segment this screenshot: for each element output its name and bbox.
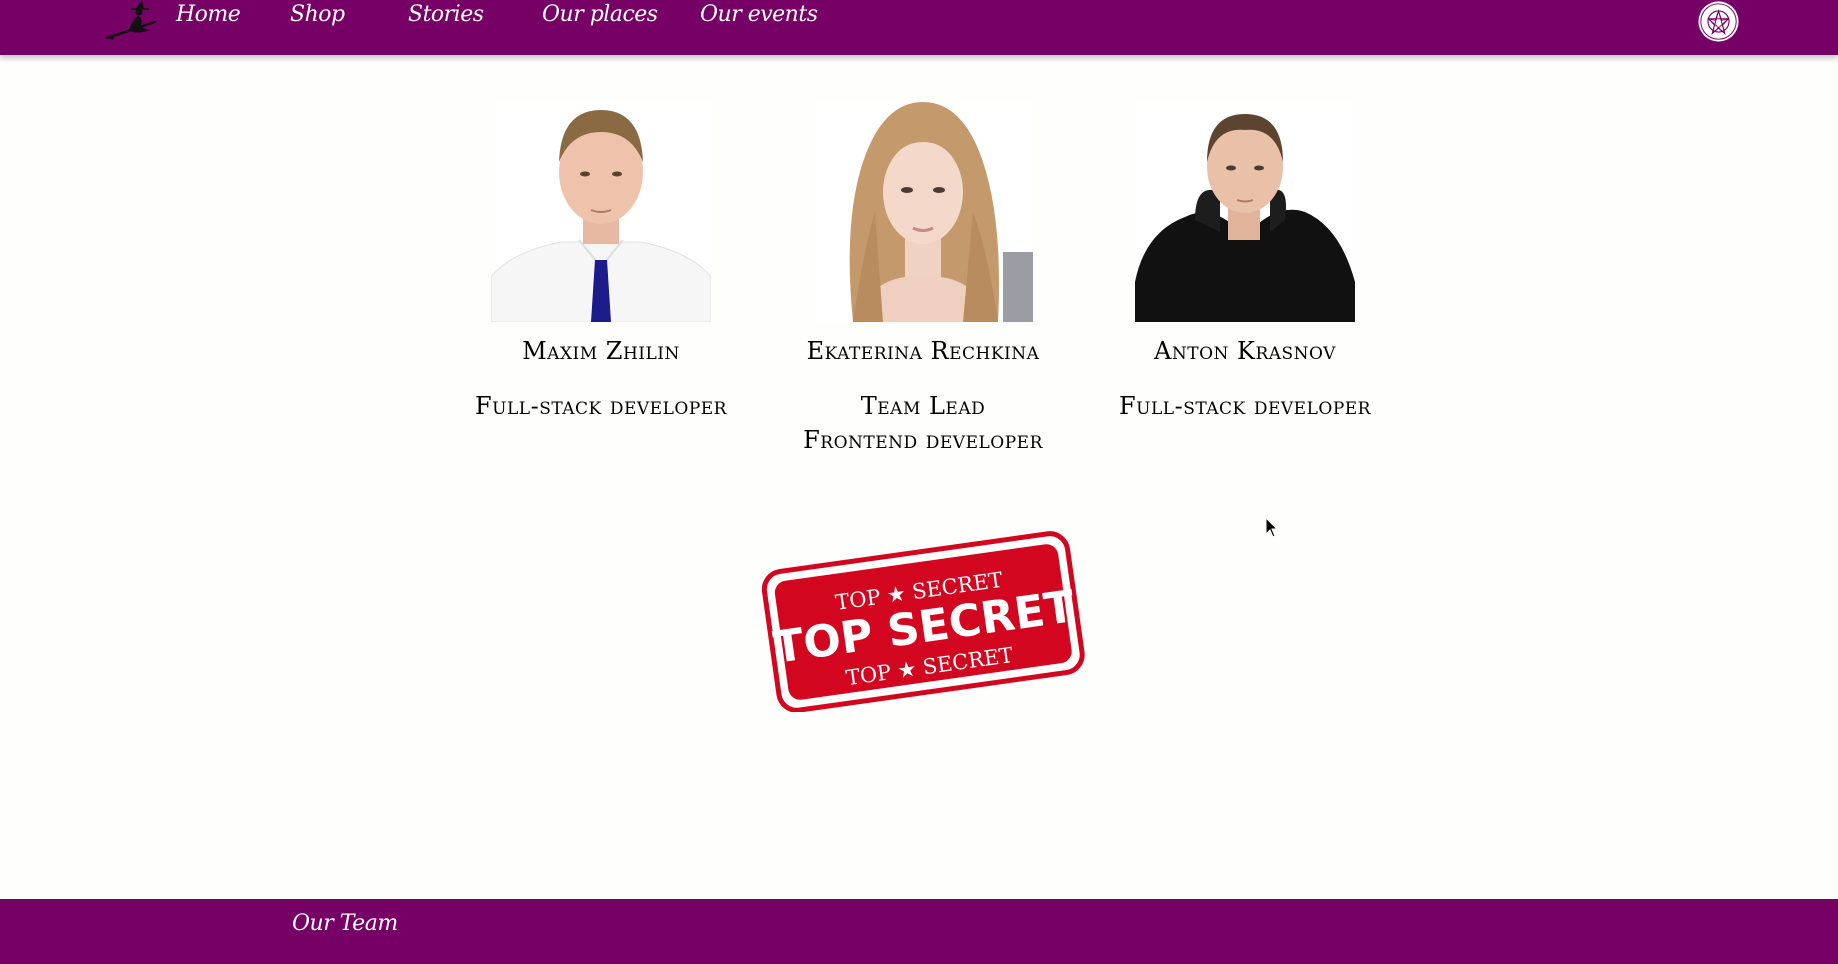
top-secret-stamp: TOP ★ SECRET TOP SECRET TOP ★ SECRET	[761, 531, 1085, 712]
member-photo-ekaterina	[813, 102, 1033, 322]
member-name: Ekaterina Rechkina	[806, 337, 1040, 365]
member-name: Anton Krasnov	[1154, 337, 1336, 365]
member-photo-maxim	[491, 102, 711, 322]
member-role: Team Lead	[860, 392, 986, 420]
witch-on-broom-icon[interactable]	[105, 0, 165, 42]
member-role: Full-stack developer	[475, 392, 727, 420]
nav-home[interactable]: Home	[176, 2, 241, 27]
pentagram-seal-icon[interactable]	[1696, 0, 1741, 43]
mouse-cursor-icon	[1265, 517, 1279, 538]
member-name: Maxim Zhilin	[522, 337, 680, 365]
member-role: Frontend developer	[803, 426, 1043, 454]
top-nav-bar: Home Shop Stories Our places Our events	[0, 0, 1838, 55]
nav-our-events[interactable]: Our events	[700, 2, 818, 27]
member-role: Full-stack developer	[1119, 392, 1371, 420]
member-photo-anton	[1135, 102, 1355, 322]
nav-our-places[interactable]: Our places	[542, 2, 658, 27]
nav-shop[interactable]: Shop	[290, 2, 345, 27]
footer-link-our-team[interactable]: Our Team	[292, 911, 398, 936]
nav-stories[interactable]: Stories	[408, 2, 484, 27]
footer-bar: Our Team	[0, 899, 1838, 964]
